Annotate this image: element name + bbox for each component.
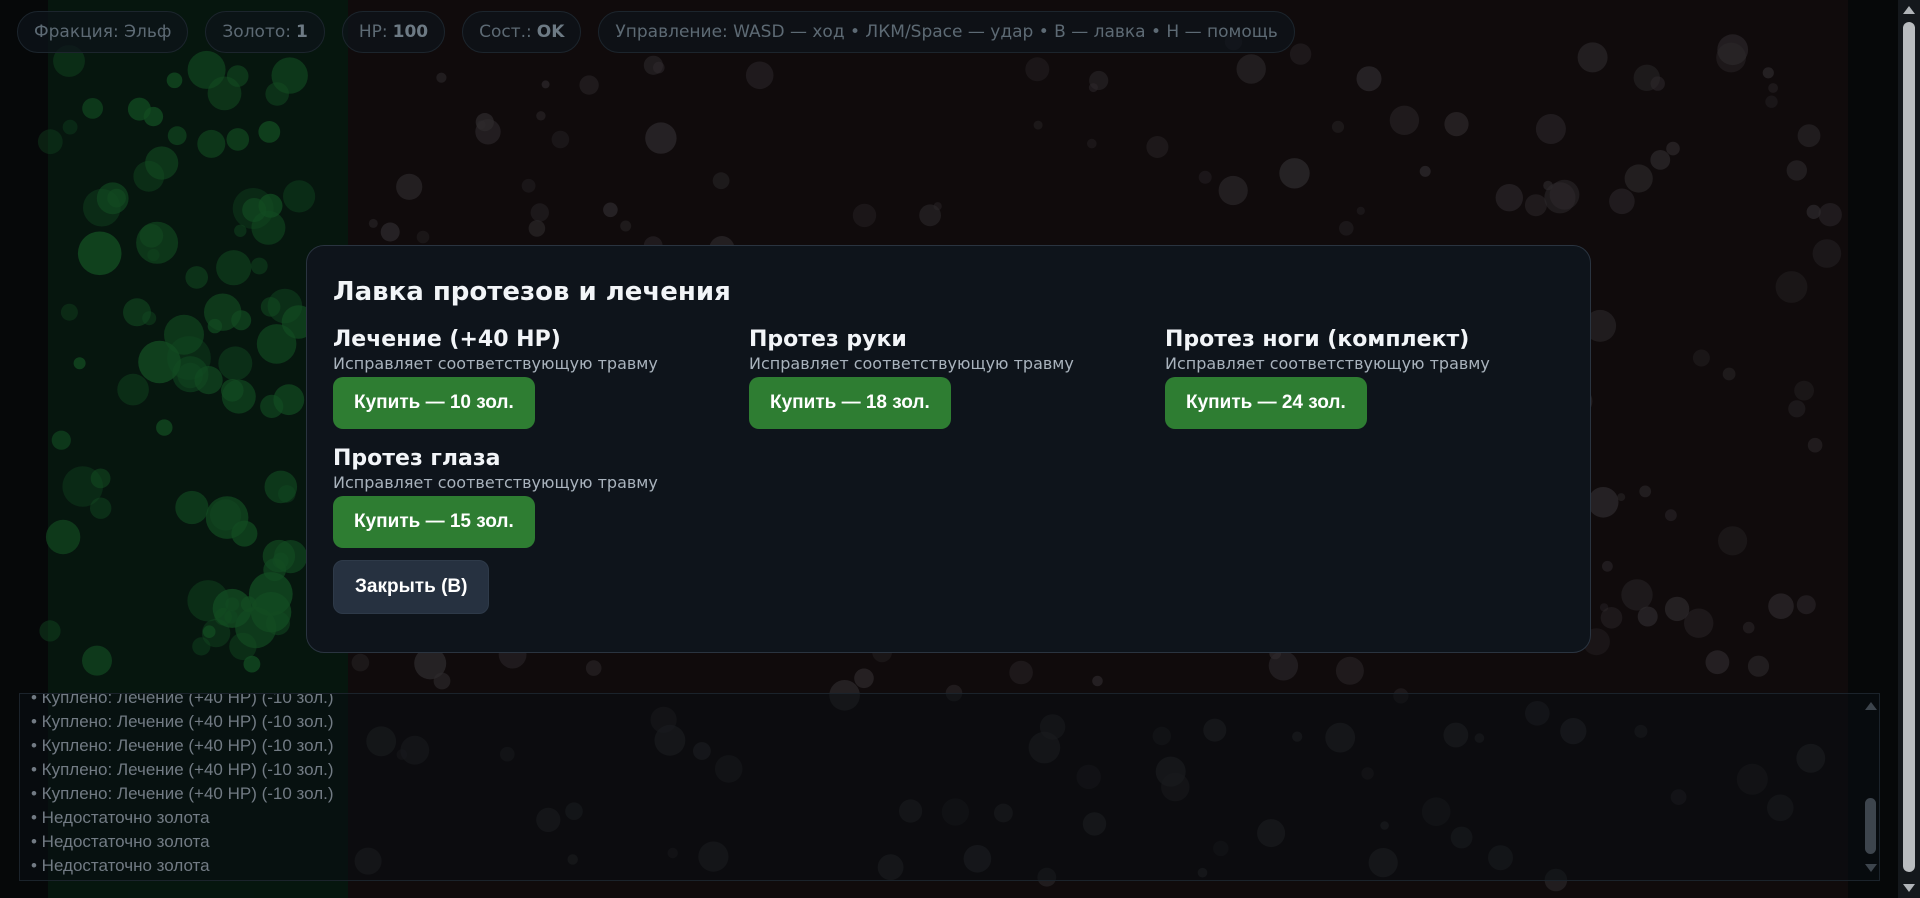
hud-bar: Фракция: Эльф Золото: 1 HP: 100 Сост.: O… — [17, 11, 1295, 53]
gold-pill: Золото: 1 — [205, 11, 325, 53]
state-value: OK — [536, 22, 565, 42]
scroll-down-icon[interactable] — [1903, 884, 1915, 892]
shop-items: Лечение (+40 HP) Исправляет соответствую… — [333, 326, 1564, 548]
log-entry: • Куплено: Лечение (+40 HP) (-10 зол.) — [31, 736, 334, 755]
gold-label: Золото: — [222, 22, 291, 42]
item-description: Исправляет соответствующую травму — [333, 473, 658, 492]
scroll-up-icon[interactable] — [1865, 702, 1877, 710]
buy-legs-button[interactable]: Купить — 24 зол. — [1165, 377, 1367, 429]
log-entry: • Недостаточно золота — [31, 808, 210, 827]
state-label: Сост.: — [479, 22, 532, 42]
shop-item-heal: Лечение (+40 HP) Исправляет соответствую… — [333, 326, 749, 429]
log-scroll-thumb[interactable] — [1865, 798, 1876, 854]
game-screen: Фракция: Эльф Золото: 1 HP: 100 Сост.: O… — [0, 0, 1920, 898]
faction-text: Фракция: Эльф — [34, 22, 172, 42]
item-description: Исправляет соответствующую травму — [749, 354, 1074, 373]
log-entry: • Куплено: Лечение (+40 HP) (-10 зол.) — [31, 784, 334, 803]
shop-item-arm: Протез руки Исправляет соответствующую т… — [749, 326, 1165, 429]
item-name: Лечение (+40 HP) — [333, 327, 561, 352]
log-entry: • Недостаточно золота — [31, 832, 210, 851]
item-name: Протез ноги (комплект) — [1165, 327, 1470, 352]
page-scrollbar[interactable] — [1898, 0, 1920, 898]
shop-item-eye: Протез глаза Исправляет соответствующую … — [333, 445, 749, 548]
faction-pill: Фракция: Эльф — [17, 11, 189, 53]
hp-value: 100 — [392, 22, 429, 42]
buy-eye-button[interactable]: Купить — 15 зол. — [333, 496, 535, 548]
log-entry: • Куплено: Лечение (+40 HP) (-10 зол.) — [31, 760, 334, 779]
state-pill: Сост.: OK — [462, 11, 582, 53]
shop-title: Лавка протезов и лечения — [333, 277, 731, 307]
scroll-up-icon[interactable] — [1903, 6, 1915, 14]
log-entry: • Недостаточно золота — [31, 856, 210, 875]
log-scrollbar[interactable] — [1861, 694, 1879, 880]
log-lines: • Куплено: Лечение (+40 HP) (-10 зол.) •… — [31, 693, 334, 878]
controls-text: Управление: WASD — ход • ЛКМ/Space — уда… — [615, 22, 1278, 42]
hp-pill: HP: 100 — [341, 11, 446, 53]
page-scroll-thumb[interactable] — [1903, 22, 1915, 872]
event-log[interactable]: • Куплено: Лечение (+40 HP) (-10 зол.) •… — [19, 693, 1880, 881]
log-entry: • Куплено: Лечение (+40 HP) (-10 зол.) — [31, 712, 334, 731]
item-name: Протез руки — [749, 327, 907, 352]
item-description: Исправляет соответствующую травму — [333, 354, 658, 373]
gold-value: 1 — [296, 22, 308, 42]
hp-label: HP: — [358, 22, 388, 42]
shop-item-legs: Протез ноги (комплект) Исправляет соотве… — [1165, 326, 1581, 429]
close-shop-button[interactable]: Закрыть (B) — [333, 560, 490, 614]
scroll-down-icon[interactable] — [1865, 864, 1877, 872]
log-entry: • Куплено: Лечение (+40 HP) (-10 зол.) — [31, 693, 334, 707]
item-name: Протез глаза — [333, 446, 501, 471]
buy-arm-button[interactable]: Купить — 18 зол. — [749, 377, 951, 429]
controls-pill: Управление: WASD — ход • ЛКМ/Space — уда… — [598, 11, 1295, 53]
item-description: Исправляет соответствующую травму — [1165, 354, 1490, 373]
shop-modal: Лавка протезов и лечения Лечение (+40 HP… — [306, 245, 1591, 653]
buy-heal-button[interactable]: Купить — 10 зол. — [333, 377, 535, 429]
